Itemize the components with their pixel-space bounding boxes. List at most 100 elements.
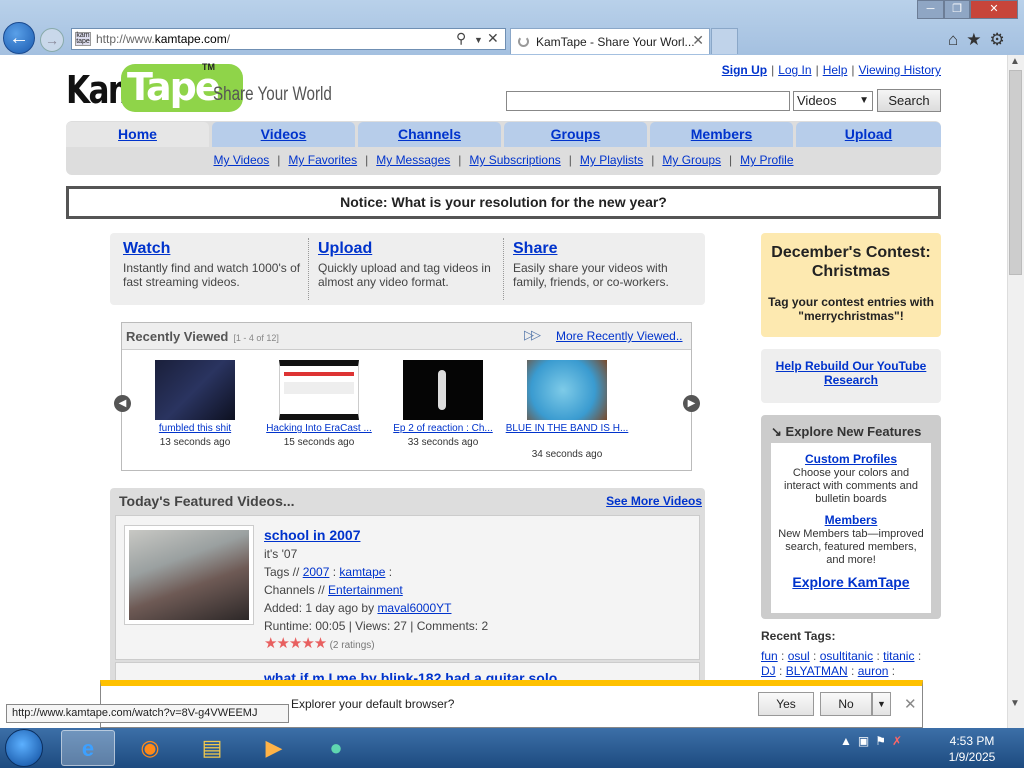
- flag-icon[interactable]: ⚑: [875, 734, 892, 748]
- settings-gear-icon[interactable]: ⚙: [990, 30, 1013, 49]
- file-explorer-icon[interactable]: ▤: [185, 730, 239, 766]
- scroll-up-icon[interactable]: ▲: [1010, 56, 1020, 67]
- favorites-star-icon[interactable]: ★: [966, 30, 989, 49]
- custom-profiles-desc: Choose your colors and interact with com…: [784, 467, 918, 505]
- tag-link[interactable]: osultitanic: [820, 649, 873, 663]
- video-thumbnail[interactable]: [155, 360, 235, 420]
- sub-nav-my-profile[interactable]: My Profile: [740, 153, 793, 167]
- video-thumbnail[interactable]: [527, 360, 607, 420]
- recent-video-time: 15 seconds ago: [283, 437, 355, 448]
- minimize-button[interactable]: ─: [917, 0, 944, 19]
- tab-videos[interactable]: Videos: [212, 122, 355, 147]
- forward-button[interactable]: →: [40, 28, 64, 52]
- browser-tab[interactable]: KamTape - Share Your Worl... ✕: [510, 28, 710, 54]
- search-button[interactable]: Search: [877, 89, 941, 112]
- prev-arrow-icon[interactable]: ◀: [114, 395, 131, 412]
- share-description: Easily share your videos with family, fr…: [513, 261, 669, 289]
- watch-link[interactable]: Watch: [123, 240, 170, 257]
- upload-link[interactable]: Upload: [318, 240, 372, 257]
- scroll-down-icon[interactable]: ▼: [1010, 698, 1020, 709]
- video-thumbnail[interactable]: [403, 360, 483, 420]
- no-dropdown-icon[interactable]: ▼: [872, 692, 891, 716]
- video-thumbnail[interactable]: [279, 360, 359, 420]
- recent-video-title[interactable]: Hacking Into EraCast ...: [257, 423, 381, 435]
- network-icon[interactable]: ▣: [858, 734, 875, 748]
- media-player-icon[interactable]: ▶: [247, 730, 301, 766]
- see-more-videos-link[interactable]: See More Videos: [606, 494, 702, 508]
- tag-link[interactable]: auron: [858, 664, 889, 678]
- contest-title: December's Contest: Christmas: [771, 244, 931, 280]
- recent-video-title[interactable]: BLUE IN THE BAND IS H...: [505, 423, 629, 435]
- chat-app-icon[interactable]: ●: [309, 730, 363, 766]
- rating-stars-icon: ★★★★★: [264, 635, 327, 652]
- tag-link[interactable]: titanic: [883, 649, 914, 663]
- double-arrow-icon: ▷▷: [524, 327, 541, 342]
- sub-nav-my-playlists[interactable]: My Playlists: [580, 153, 643, 167]
- close-notification-icon[interactable]: ✕: [904, 695, 917, 713]
- recently-viewed-header: Recently Viewed [1 - 4 of 12] ▷▷ More Rec…: [122, 323, 691, 350]
- explore-kamtape-link[interactable]: Explore KamTape: [792, 574, 909, 590]
- sub-nav-my-groups[interactable]: My Groups: [662, 153, 721, 167]
- tab-title: KamTape - Share Your Worl...: [536, 35, 695, 49]
- tag-link[interactable]: BLYATMAN: [786, 664, 848, 678]
- account-links: Sign Up | Log In | Help | Viewing History: [721, 63, 941, 77]
- sign-up-link[interactable]: Sign Up: [722, 63, 767, 77]
- tag-link[interactable]: fun: [761, 649, 778, 663]
- search-type-select[interactable]: Videos ▼: [793, 91, 873, 111]
- share-link[interactable]: Share: [513, 240, 557, 257]
- firefox-icon[interactable]: ◉: [123, 730, 177, 766]
- log-in-link[interactable]: Log In: [778, 63, 811, 77]
- contest-box: December's Contest: Christmas Tag your c…: [761, 233, 941, 337]
- tab-members[interactable]: Members: [650, 122, 793, 147]
- recent-video-title[interactable]: fumbled this shit: [133, 423, 257, 435]
- sub-nav-my-favorites[interactable]: My Favorites: [288, 153, 357, 167]
- dropdown-icon[interactable]: ▼: [474, 35, 483, 45]
- clock[interactable]: 4:53 PM 1/9/2025: [940, 733, 1004, 765]
- help-link[interactable]: Help: [823, 63, 848, 77]
- recent-video-title[interactable]: Ep 2 of reaction : Ch...: [381, 423, 505, 435]
- members-link[interactable]: Members: [825, 513, 878, 527]
- sub-nav-my-subscriptions[interactable]: My Subscriptions: [469, 153, 560, 167]
- internet-explorer-icon[interactable]: e: [61, 730, 115, 766]
- tag-link[interactable]: kamtape: [339, 565, 385, 579]
- volume-muted-icon[interactable]: ✗: [892, 734, 908, 748]
- start-button-icon[interactable]: [5, 729, 43, 767]
- tag-link[interactable]: DJ: [761, 664, 776, 678]
- rebuild-link[interactable]: Help Rebuild Our YouTube Research: [776, 359, 927, 387]
- maximize-button[interactable]: ❐: [944, 0, 970, 19]
- featured-video-thumbnail[interactable]: [124, 525, 254, 625]
- recent-video-time: 13 seconds ago: [159, 437, 231, 448]
- new-tab-button[interactable]: [711, 28, 738, 54]
- channel-link[interactable]: Entertainment: [328, 583, 403, 597]
- close-tab-icon[interactable]: ✕: [692, 32, 704, 49]
- featured-video-title[interactable]: school in 2007: [264, 527, 360, 543]
- viewing-history-link[interactable]: Viewing History: [859, 63, 941, 77]
- tag-link[interactable]: osul: [788, 649, 810, 663]
- show-hidden-icons-icon[interactable]: ▲: [840, 734, 858, 748]
- search-icon[interactable]: ⚲: [456, 30, 466, 47]
- yes-button[interactable]: Yes: [758, 692, 814, 716]
- sub-nav-my-videos[interactable]: My Videos: [213, 153, 269, 167]
- tab-upload[interactable]: Upload: [796, 122, 941, 147]
- watch-description: Instantly find and watch 1000's of fast …: [123, 261, 301, 289]
- sub-nav-my-messages[interactable]: My Messages: [376, 153, 450, 167]
- scrollbar-thumb[interactable]: [1009, 70, 1022, 275]
- tag-link[interactable]: 2007: [303, 565, 330, 579]
- no-button[interactable]: No: [820, 692, 872, 716]
- logo-tm: TM: [202, 62, 215, 72]
- search-input[interactable]: [506, 91, 790, 111]
- close-window-button[interactable]: ✕: [970, 0, 1018, 19]
- custom-profiles-link[interactable]: Custom Profiles: [805, 452, 897, 466]
- browser-icons: ⌂★⚙: [948, 30, 1013, 50]
- more-recently-viewed-link[interactable]: More Recently Viewed..: [556, 329, 683, 343]
- home-icon[interactable]: ⌂: [948, 30, 966, 49]
- back-button[interactable]: ←: [3, 22, 35, 54]
- recent-video-time: 34 seconds ago: [531, 449, 603, 460]
- address-bar[interactable]: kam tape http://www.kamtape.com/ ⚲ ▼ ✕: [71, 28, 506, 50]
- next-arrow-icon[interactable]: ▶: [683, 395, 700, 412]
- stop-icon[interactable]: ✕: [487, 30, 499, 47]
- uploader-link[interactable]: maval6000YT: [377, 601, 451, 615]
- tab-groups[interactable]: Groups: [504, 122, 647, 147]
- tab-channels[interactable]: Channels: [358, 122, 501, 147]
- tab-home[interactable]: Home: [66, 122, 209, 147]
